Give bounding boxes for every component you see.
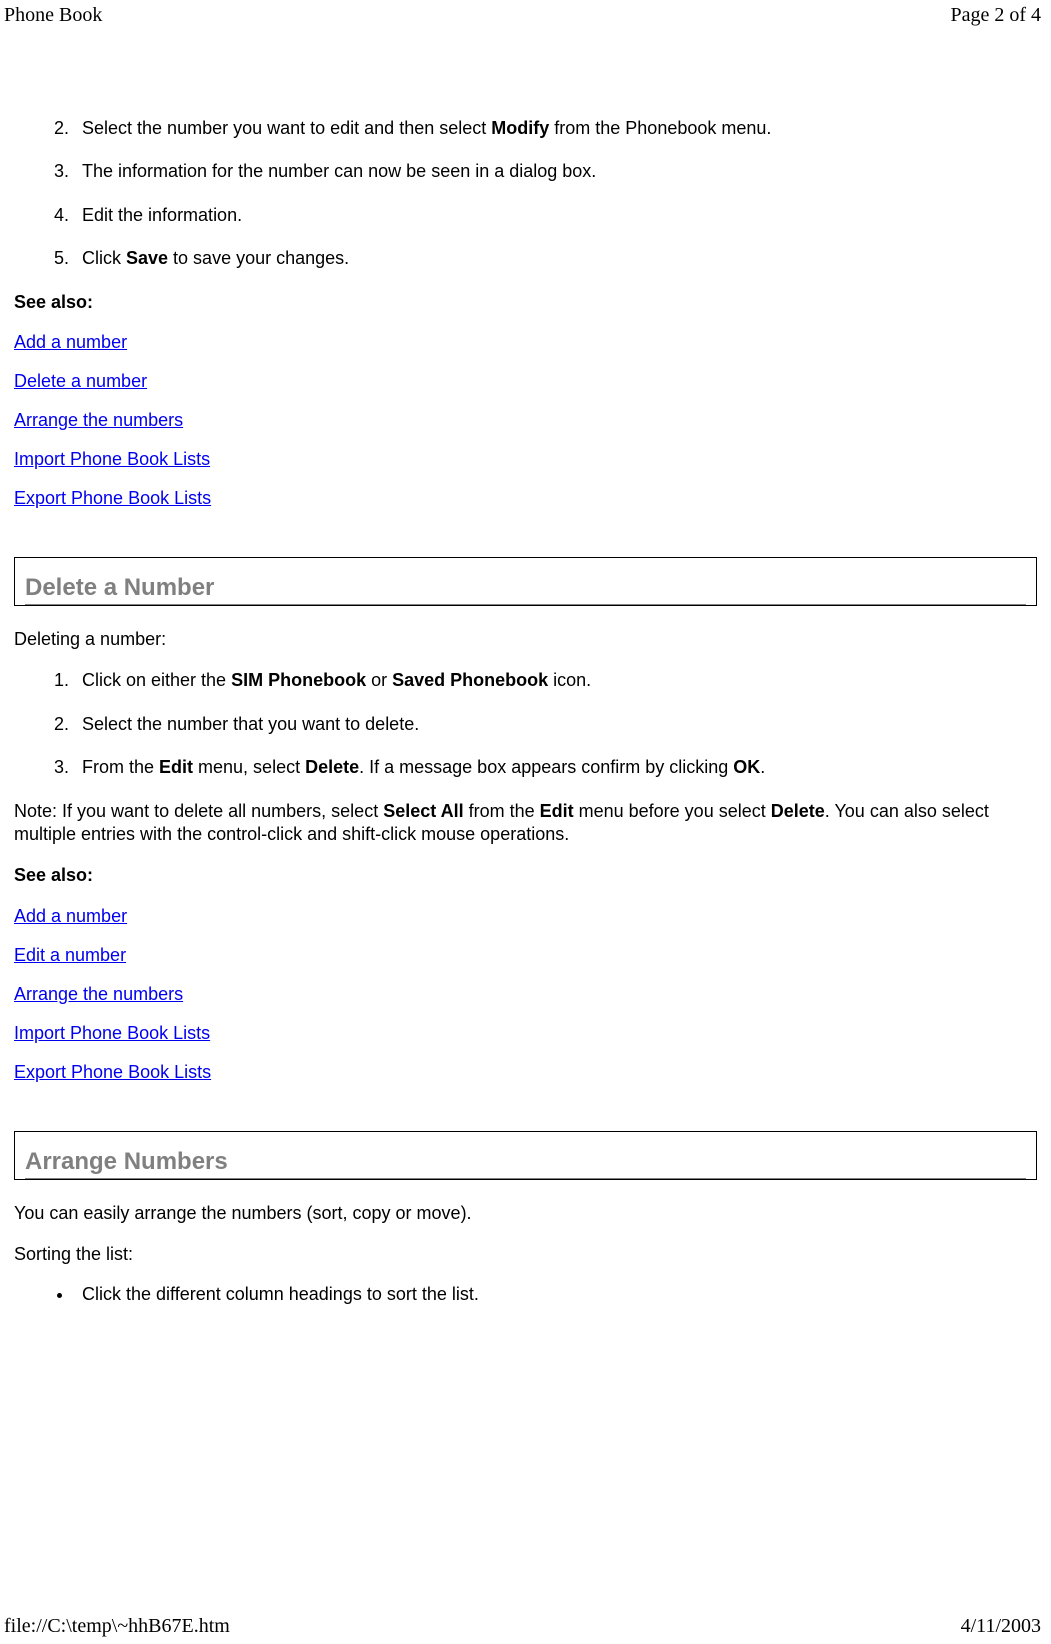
bold-text: SIM Phonebook <box>231 670 366 690</box>
delete-intro: Deleting a number: <box>14 628 1037 651</box>
list-item: The information for the number can now b… <box>74 160 1037 183</box>
text: from the Phonebook menu. <box>549 118 771 138</box>
text: . <box>760 757 765 777</box>
link-edit-number[interactable]: Edit a number <box>14 945 126 966</box>
section-arrange-numbers: Arrange Numbers <box>14 1131 1037 1180</box>
list-item: Edit the information. <box>74 204 1037 227</box>
link-delete-number[interactable]: Delete a number <box>14 371 147 392</box>
bold-text: Edit <box>540 801 574 821</box>
page-footer: file://C:\temp\~hhB67E.htm 4/11/2003 <box>4 1615 1041 1638</box>
text: Click on either the <box>82 670 231 690</box>
section-delete-number: Delete a Number <box>14 557 1037 606</box>
section-heading: Delete a Number <box>25 574 1026 605</box>
text: menu, select <box>193 757 305 777</box>
bold-text: Delete <box>771 801 825 821</box>
link-arrange-numbers[interactable]: Arrange the numbers <box>14 410 183 431</box>
edit-steps-list: Select the number you want to edit and t… <box>14 117 1037 271</box>
text: menu before you select <box>574 801 771 821</box>
see-also-label: See also: <box>14 864 1037 887</box>
bold-text: Saved Phonebook <box>392 670 548 690</box>
bold-text: Delete <box>305 757 359 777</box>
footer-date: 4/11/2003 <box>961 1615 1041 1638</box>
text: From the <box>82 757 159 777</box>
arrange-intro: You can easily arrange the numbers (sort… <box>14 1202 1037 1225</box>
document-body: Select the number you want to edit and t… <box>0 27 1051 1305</box>
list-item: Select the number you want to edit and t… <box>74 117 1037 140</box>
bold-text: Select All <box>383 801 463 821</box>
link-import-lists[interactable]: Import Phone Book Lists <box>14 449 210 470</box>
bold-text: OK <box>733 757 760 777</box>
link-export-lists[interactable]: Export Phone Book Lists <box>14 1062 211 1083</box>
link-arrange-numbers[interactable]: Arrange the numbers <box>14 984 183 1005</box>
see-also-label: See also: <box>14 291 1037 314</box>
text: icon. <box>548 670 591 690</box>
link-add-number[interactable]: Add a number <box>14 332 127 353</box>
sorting-label: Sorting the list: <box>14 1243 1037 1266</box>
text: Select the number you want to edit and t… <box>82 118 491 138</box>
text: to save your changes. <box>168 248 349 268</box>
delete-note: Note: If you want to delete all numbers,… <box>14 800 1037 847</box>
bold-text: Save <box>126 248 168 268</box>
header-page-info: Page 2 of 4 <box>950 4 1041 27</box>
header-title: Phone Book <box>4 4 102 27</box>
text: . If a message box appears confirm by cl… <box>359 757 733 777</box>
bold-text: Edit <box>159 757 193 777</box>
list-item: Select the number that you want to delet… <box>74 713 1037 736</box>
link-export-lists[interactable]: Export Phone Book Lists <box>14 488 211 509</box>
text: from the <box>464 801 540 821</box>
link-add-number[interactable]: Add a number <box>14 906 127 927</box>
sorting-bullets: Click the different column headings to s… <box>14 1284 1037 1305</box>
text: Note: If you want to delete all numbers,… <box>14 801 383 821</box>
footer-path: file://C:\temp\~hhB67E.htm <box>4 1615 230 1638</box>
list-item: Click on either the SIM Phonebook or Sav… <box>74 669 1037 692</box>
list-item: Click Save to save your changes. <box>74 247 1037 270</box>
list-item: Click the different column headings to s… <box>74 1284 1037 1305</box>
text: or <box>366 670 392 690</box>
page-header: Phone Book Page 2 of 4 <box>0 0 1051 27</box>
section-heading: Arrange Numbers <box>25 1148 1026 1179</box>
link-import-lists[interactable]: Import Phone Book Lists <box>14 1023 210 1044</box>
text: Click <box>82 248 126 268</box>
list-item: From the Edit menu, select Delete. If a … <box>74 756 1037 779</box>
delete-steps-list: Click on either the SIM Phonebook or Sav… <box>14 669 1037 779</box>
bold-text: Modify <box>491 118 549 138</box>
